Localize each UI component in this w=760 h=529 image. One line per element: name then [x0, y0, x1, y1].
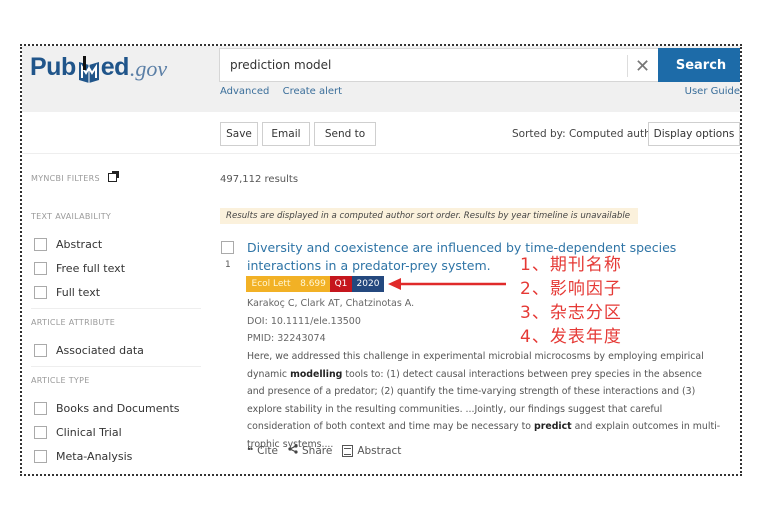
- result-actions: ❝ Cite Share Abstract: [247, 444, 411, 457]
- filter-label: Full text: [56, 286, 101, 299]
- logo-pub: Pub: [30, 53, 76, 81]
- filter-associated-data[interactable]: Associated data: [34, 344, 144, 357]
- result-checkbox[interactable]: [221, 241, 234, 254]
- filter-label: Free full text: [56, 262, 126, 275]
- results-toolbar: Save Email Send to Sorted by: Computed a…: [22, 112, 740, 154]
- send-to-button[interactable]: Send to: [314, 122, 376, 146]
- snippet-highlight: predict: [534, 421, 572, 432]
- close-icon: ✕: [634, 55, 651, 77]
- clear-search-button[interactable]: ✕: [627, 55, 657, 77]
- search-button[interactable]: Search: [658, 48, 740, 82]
- email-button[interactable]: Email: [262, 122, 310, 146]
- filter-meta-analysis[interactable]: Meta-Analysis: [34, 450, 132, 463]
- logo-med: ed: [100, 53, 130, 81]
- text-availability-heading: TEXT AVAILABILITY: [31, 212, 112, 221]
- quartile-badge: Q1: [330, 276, 352, 292]
- result-snippet: Here, we addressed this challenge in exp…: [247, 348, 722, 453]
- search-input[interactable]: prediction model: [219, 48, 659, 82]
- logo-book-icon: [78, 56, 100, 83]
- share-label: Share: [302, 444, 333, 457]
- display-options-button[interactable]: Display options: [648, 122, 740, 146]
- annotation-quartile: 3、杂志分区: [520, 303, 622, 323]
- checkbox[interactable]: [34, 262, 47, 275]
- user-guide-link[interactable]: User Guide: [685, 86, 740, 97]
- myncbi-filters-label: MYNCBI FILTERS: [31, 174, 100, 183]
- article-attribute-heading: ARTICLE ATTRIBUTE: [31, 318, 116, 327]
- annotation-impact-factor: 2、影响因子: [520, 279, 622, 299]
- year-badge: 2020: [352, 276, 384, 292]
- pubmed-logo[interactable]: Pub ed .gov: [30, 52, 168, 83]
- annotation-journal-name: 1、期刊名称: [520, 255, 622, 275]
- article-type-heading: ARTICLE TYPE: [31, 376, 90, 385]
- sort-notice: Results are displayed in a computed auth…: [220, 208, 638, 224]
- abstract-button[interactable]: Abstract: [342, 444, 402, 457]
- result-pmid: PMID: 32243074: [247, 333, 326, 344]
- external-link-icon[interactable]: [107, 171, 119, 182]
- filter-free-full-text[interactable]: Free full text: [34, 262, 125, 275]
- abstract-label: Abstract: [357, 444, 402, 457]
- divider: [31, 366, 201, 367]
- logo-gov: .gov: [129, 56, 168, 81]
- filter-full-text[interactable]: Full text: [34, 286, 100, 299]
- checkbox[interactable]: [34, 402, 47, 415]
- checkbox[interactable]: [34, 286, 47, 299]
- myncbi-filters-heading[interactable]: MYNCBI FILTERS: [31, 171, 119, 183]
- sort-label: Sorted by: Computed author: [512, 128, 662, 140]
- filter-abstract[interactable]: Abstract: [34, 238, 102, 251]
- search-input-value: prediction model: [230, 58, 332, 72]
- filter-label: Clinical Trial: [56, 426, 122, 439]
- results-count: 497,112 results: [220, 174, 299, 185]
- screenshot-frame: Pub ed .gov prediction model ✕ Search Ad…: [20, 44, 742, 476]
- result-doi: DOI: 10.1111/ele.13500: [247, 316, 361, 327]
- filter-label: Abstract: [56, 238, 103, 251]
- header: Pub ed .gov prediction model ✕ Search Ad…: [22, 46, 740, 112]
- checkbox[interactable]: [34, 426, 47, 439]
- filter-label: Books and Documents: [56, 402, 180, 415]
- abstract-icon: [342, 444, 354, 457]
- result-number: 1: [225, 260, 231, 270]
- quote-icon: ❝: [247, 444, 254, 457]
- filter-label: Meta-Analysis: [56, 450, 133, 463]
- create-alert-link[interactable]: Create alert: [283, 86, 343, 97]
- journal-name-badge: Ecol Lett: [246, 276, 296, 292]
- result-authors: Karakoç C, Clark AT, Chatzinotas A.: [247, 298, 415, 309]
- filter-clinical-trial[interactable]: Clinical Trial: [34, 426, 122, 439]
- cite-label: Cite: [257, 444, 278, 457]
- share-icon: [288, 444, 298, 457]
- checkbox[interactable]: [34, 238, 47, 251]
- result-title-link[interactable]: Diversity and coexistence are influenced…: [247, 239, 717, 275]
- search-links: Advanced Create alert: [220, 86, 352, 97]
- impact-factor-badge: 8.699: [296, 276, 330, 292]
- advanced-link[interactable]: Advanced: [220, 86, 269, 97]
- divider: [31, 308, 201, 309]
- red-arrow-icon: [388, 278, 506, 290]
- snippet-highlight: modelling: [290, 368, 343, 380]
- filter-label: Associated data: [56, 344, 144, 357]
- checkbox[interactable]: [34, 450, 47, 463]
- filter-books-and-documents[interactable]: Books and Documents: [34, 402, 180, 415]
- journal-badges: Ecol Lett 8.699 Q1 2020: [246, 276, 384, 292]
- share-button[interactable]: Share: [288, 444, 332, 457]
- cite-button[interactable]: ❝ Cite: [247, 445, 278, 457]
- checkbox[interactable]: [34, 344, 47, 357]
- annotation-year: 4、发表年度: [520, 327, 622, 347]
- filters-sidebar: MYNCBI FILTERS TEXT AVAILABILITY Abstrac…: [22, 154, 212, 474]
- save-button[interactable]: Save: [220, 122, 258, 146]
